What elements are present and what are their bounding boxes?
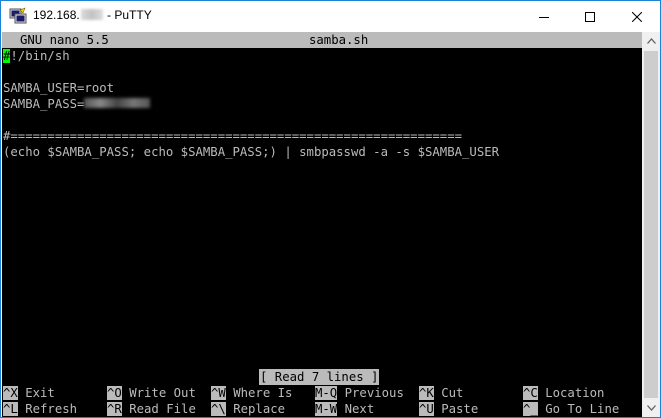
window-title-suffix: - PuTTY — [103, 8, 152, 22]
shortcut-key: M-W — [315, 402, 338, 416]
shortcut-label: Where Is — [233, 386, 293, 400]
nano-header: GNU nano 5.5 samba.sh — [2, 32, 642, 48]
shortcut-refresh[interactable]: ^L Refresh — [3, 401, 77, 417]
shortcut-label: Go To Line — [545, 402, 620, 416]
shortcut-next[interactable]: M-W Next — [315, 401, 374, 417]
maximize-button[interactable] — [567, 1, 613, 32]
shortcut-where-is[interactable]: ^W Where Is — [211, 385, 292, 401]
redacted-password — [84, 98, 151, 108]
shortcut-key: ^_ — [523, 402, 538, 416]
shortcut-label: Cut — [441, 386, 464, 400]
shortcut-label: Read File — [129, 402, 196, 416]
shortcut-key: ^O — [107, 386, 122, 400]
shortcut-key: ^K — [419, 386, 434, 400]
shortcut-replace[interactable]: ^\ Replace — [211, 401, 285, 417]
putty-window: 192.168. - PuTTY GNU nano 5.5 samba.sh #… — [0, 0, 661, 418]
shortcut-key: ^U — [419, 402, 434, 416]
editor-line-3[interactable]: SAMBA_USER=root — [3, 80, 114, 96]
maximize-icon — [585, 11, 595, 22]
nano-version: GNU nano 5.5 — [20, 33, 109, 47]
shortcut-key: ^R — [107, 402, 122, 416]
shortcut-key: ^W — [211, 386, 226, 400]
shortcut-read-file[interactable]: ^R Read File — [107, 401, 196, 417]
scroll-up-button[interactable] — [642, 32, 660, 50]
shortcut-label: Write Out — [129, 386, 196, 400]
editor-line-1-text: !/bin/sh — [10, 49, 70, 63]
shortcut-label: Location — [545, 386, 605, 400]
shortcut-key: ^L — [3, 402, 18, 416]
status-message: [ Read 7 lines ] — [259, 369, 380, 385]
shortcut-location[interactable]: ^C Location — [523, 385, 604, 401]
shortcut-exit[interactable]: ^X Exit — [3, 385, 55, 401]
shortcut-paste[interactable]: ^U Paste — [419, 401, 478, 417]
shortcut-go-to-line[interactable]: ^_ Go To Line — [523, 401, 619, 417]
editor-line-7[interactable]: (echo $SAMBA_PASS; echo $SAMBA_PASS;) | … — [3, 144, 499, 160]
scroll-thumb[interactable] — [644, 51, 658, 398]
shortcut-label: Replace — [233, 402, 286, 416]
close-icon — [632, 11, 642, 22]
window-title-prefix: 192.168. — [33, 8, 80, 22]
nano-filename: samba.sh — [309, 33, 369, 47]
editor-line-6[interactable]: #=======================================… — [3, 128, 462, 144]
minimize-icon — [539, 16, 549, 18]
terminal-screen[interactable]: GNU nano 5.5 samba.sh #!/bin/sh SAMBA_US… — [2, 32, 642, 417]
shortcut-key: M-Q — [315, 386, 338, 400]
shortcut-key: ^X — [3, 386, 18, 400]
minimize-button[interactable] — [521, 1, 567, 32]
editor-line-4-text: SAMBA_PASS= — [3, 97, 85, 111]
shortcut-label: Exit — [25, 386, 55, 400]
title-bar[interactable]: 192.168. - PuTTY — [1, 1, 660, 32]
shortcut-previous[interactable]: M-Q Previous — [315, 385, 404, 401]
redacted-ip — [80, 9, 103, 20]
chevron-down-icon — [646, 405, 656, 411]
putty-icon — [9, 7, 27, 24]
window-title: 192.168. - PuTTY — [33, 8, 152, 22]
shortcut-write-out[interactable]: ^O Write Out — [107, 385, 196, 401]
close-button[interactable] — [614, 1, 660, 32]
shortcut-cut[interactable]: ^K Cut — [419, 385, 463, 401]
editor-line-4[interactable]: SAMBA_PASS= — [3, 96, 151, 112]
vertical-scrollbar[interactable] — [642, 32, 660, 417]
shortcut-key: ^\ — [211, 402, 226, 416]
shortcut-label: Refresh — [25, 402, 78, 416]
shortcut-key: ^C — [523, 386, 538, 400]
shortcut-label: Paste — [441, 402, 479, 416]
shortcut-label: Previous — [344, 386, 404, 400]
editor-line-1[interactable]: #!/bin/sh — [3, 48, 70, 64]
scroll-down-button[interactable] — [642, 399, 660, 417]
chevron-up-icon — [646, 38, 656, 44]
shortcut-label: Next — [344, 402, 375, 416]
